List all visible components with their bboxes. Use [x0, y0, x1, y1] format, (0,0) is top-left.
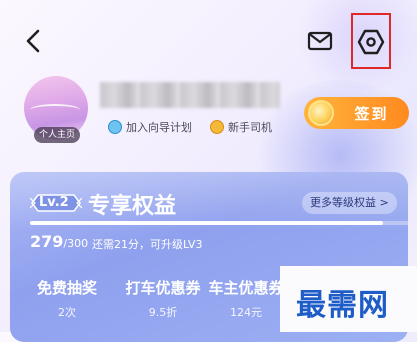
mail-icon[interactable]: [305, 28, 335, 54]
upgrade-note: 还需21分，可升级LV3: [92, 238, 203, 251]
chevron-left-icon[interactable]: [20, 26, 48, 56]
benefits-title: 专享权益: [88, 194, 177, 219]
more-benefits-link[interactable]: 更多等级权益 >: [302, 192, 397, 214]
level-progress-fill: [30, 221, 384, 225]
avatar-tag[interactable]: 个人主页: [34, 127, 80, 143]
benefit-sub: 124元: [230, 306, 262, 319]
benefit-title: 免费抽奖: [36, 279, 97, 297]
level-label: Lv.2: [39, 195, 69, 210]
guide-plan-label: 加入向导计划: [126, 121, 192, 134]
guide-plan-icon: [108, 120, 122, 134]
guide-plan-badge[interactable]: 加入向导计划: [108, 117, 192, 137]
level-progress-bar: [30, 221, 408, 225]
avatar-decoration: [30, 104, 80, 116]
coin-icon: [308, 100, 334, 126]
points-display: 279/300: [30, 232, 88, 251]
benefit-taxi-coupon[interactable]: 打车优惠券 9.5折: [118, 277, 208, 320]
rookie-driver-icon: [210, 120, 224, 134]
checkin-button[interactable]: 签到: [304, 97, 409, 129]
benefit-lottery[interactable]: 免费抽奖 2次: [32, 277, 102, 320]
points-max: /300: [63, 237, 89, 250]
benefit-title: 打车优惠券: [125, 279, 201, 297]
benefit-owner-coupon[interactable]: 车主优惠券 124元: [202, 277, 290, 320]
points-current: 279: [30, 232, 64, 251]
checkin-label: 签到: [354, 104, 389, 123]
watermark-text: 最需网: [296, 288, 389, 323]
rookie-driver-badge[interactable]: 新手司机: [210, 117, 272, 137]
rookie-driver-label: 新手司机: [228, 121, 272, 134]
benefit-sub: 2次: [58, 306, 76, 319]
username-blurred: [100, 82, 280, 108]
hexagon-settings-icon[interactable]: [356, 27, 386, 57]
benefit-sub: 9.5折: [148, 306, 178, 319]
benefit-title: 车主优惠券: [208, 279, 284, 297]
